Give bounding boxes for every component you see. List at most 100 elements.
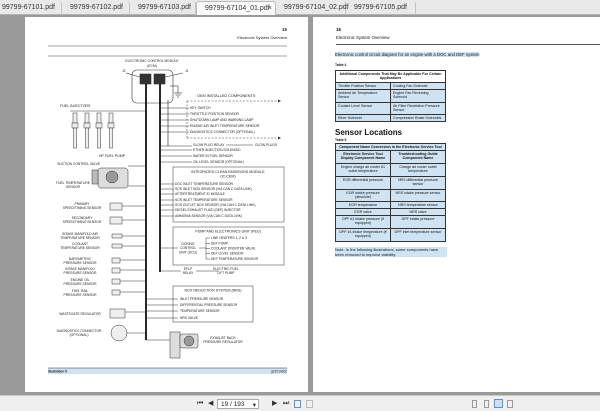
- sensor-label: PRESSURE SENSOR: [64, 261, 98, 265]
- tab-bar: 99799-67101.pdf 99799-67102.pdf 99799-67…: [0, 0, 600, 15]
- iccem-item: AFTERTREATMENT ID MODULE: [175, 192, 226, 196]
- sensor-label: SPEED/TIMING SENSOR: [63, 206, 102, 210]
- table5: Component Name Conversion in the Electro…: [335, 142, 446, 243]
- peu-item: DEF TEMPERATURE SENSOR: [211, 257, 259, 261]
- prev-page-button[interactable]: ◀: [208, 399, 213, 408]
- tab-99799-67104-02[interactable]: 99799-67104_02.pdf: [276, 1, 349, 15]
- table5-col-header: Troubleshooting Guide Component Name: [390, 150, 446, 165]
- table-cell: Charge air cooler outlet temperature: [390, 163, 446, 178]
- navigation-toolbar: ⏮ ◀ 19 / 193 ▾ ▶ ⏭: [0, 395, 600, 411]
- chevron-down-icon[interactable]: ▾: [253, 401, 256, 409]
- peu-title: PUMP AND ELECTRONICS UNIT (PEU): [195, 230, 260, 234]
- iccem-abbr: (IC-CEM): [220, 175, 235, 179]
- diagram-caption: Electronic control circuit diagram for a…: [335, 52, 480, 57]
- table4-label: Table 4: [335, 63, 347, 67]
- j2-label: J2: [122, 69, 126, 73]
- peu-item: DEF LEVEL SENSOR: [211, 252, 244, 256]
- page-number-input[interactable]: 19 / 193 ▾: [217, 399, 259, 409]
- tab-label: 99799-67103.pdf: [138, 4, 191, 11]
- iccem-item: SCR INLET TEMPERATURE SENSOR: [175, 198, 233, 202]
- close-tab-icon[interactable]: ×: [268, 5, 272, 12]
- table-cell: Coolant Level Sensor: [335, 102, 391, 116]
- ecm-circuit-diagram: 15 Electronic System Overview ELECTRONIC…: [48, 27, 287, 374]
- nrs-item: INLET PRESSURE SENSOR: [180, 297, 224, 301]
- two-page-continuous-icon[interactable]: [507, 400, 513, 408]
- iccem-item: AMMONIA SENSOR (VIA CAN C DATA LINK): [175, 214, 242, 218]
- table-cell: Compression Brake Solenoids: [390, 114, 446, 123]
- table-cell: Throttle Position Sensor: [335, 81, 391, 91]
- table-cell: DPF inlet temperature sensor: [390, 228, 446, 243]
- table-cell: DPF intake pressure: [390, 215, 446, 230]
- page-number-value: 19 / 193: [221, 401, 245, 408]
- ground-icon: [170, 85, 182, 98]
- diag-connector-label: (OPTIONAL): [70, 333, 89, 337]
- next-page-button[interactable]: ▶: [272, 399, 277, 408]
- sensor-label: PRESSURE SENSOR: [64, 271, 98, 275]
- table-cell: NRS intake pressure sensor: [390, 189, 446, 202]
- iccem-item: SCR INLET NOX SENSOR (VIA CAN C DATA LIN…: [175, 187, 252, 191]
- tab-label: 99799-67104_02.pdf: [284, 4, 349, 11]
- table-cell: Ambient Air Temperature Sensor: [335, 89, 391, 104]
- wastegate-label: WASTEGATE REGULATOR: [59, 312, 101, 316]
- tab-99799-67103[interactable]: 99799-67103.pdf: [130, 1, 196, 15]
- hp-fuel-pump-illustration: [91, 165, 146, 189]
- nrs-item: DIFFERENTIAL PRESSURE SENSOR: [180, 303, 238, 307]
- fuel-temp-label: SENSOR: [66, 185, 81, 189]
- tab-label: 99799-67102.pdf: [70, 4, 123, 11]
- tab-99799-67101[interactable]: 99799-67101.pdf: [0, 1, 62, 15]
- tab-99799-67102[interactable]: 99799-67102.pdf: [62, 1, 130, 15]
- sensor-locations-heading: Sensor Locations: [335, 128, 403, 137]
- table4: Additional Components That May Be Applic…: [335, 70, 446, 123]
- tab-label: 99799-67101.pdf: [2, 4, 55, 11]
- dcu-label: CONTROL: [180, 246, 196, 250]
- table-cell: Ether Solenoid: [335, 114, 391, 123]
- table-cell: Cooling Fan Solenoid: [390, 81, 446, 91]
- oem-item: THROTTLE POSITION SENSOR: [190, 112, 240, 116]
- fuel-injectors-illustration: [71, 112, 115, 149]
- table-cell: DPF #1 intake temperature (if equipped): [335, 228, 391, 243]
- j1-label: J1: [185, 69, 189, 73]
- table5-header: Component Name Conversion in the Electro…: [335, 142, 446, 152]
- sensor-icons: [109, 202, 146, 342]
- two-page-view-icon[interactable]: [494, 399, 503, 408]
- table-cell: NRS temperature sensor: [390, 200, 446, 209]
- table-cell: EGR differential pressure: [335, 176, 391, 191]
- peu-item: DEF PUMP: [211, 242, 229, 246]
- first-page-button[interactable]: ⏮: [197, 399, 203, 408]
- wiring-harness: [145, 84, 169, 340]
- section-title: Electronic System Overview: [336, 35, 390, 40]
- tab-99799-67104-01[interactable]: 99799-67104_01.pdf ×: [196, 1, 276, 15]
- glow-plugs: GLOW PLUGS: [255, 143, 278, 147]
- tab-label: 99799-67105.pdf: [354, 4, 407, 11]
- single-page-view-icon[interactable]: [472, 400, 477, 408]
- hp-pump-title: HP FUEL PUMP: [99, 154, 126, 158]
- glow-plug-relay: GLOW PLUG RELAY: [193, 143, 225, 147]
- note-text: Note: In the following illustrations, so…: [335, 247, 447, 257]
- header-rule: [336, 44, 600, 45]
- sensor-label: SPEED/TIMING SENSOR: [63, 220, 102, 224]
- suction-valve-label: SUCTION CONTROL VALVE: [57, 162, 101, 166]
- nrs-item: NRS VALVE: [180, 316, 199, 320]
- ecm-title: ELECTRONIC CONTROL MODULE: [125, 59, 179, 63]
- iccem-item: DIESEL EXHAUST FLUID (DEF) INJECTOR: [175, 208, 241, 212]
- oem-item: DIAGNOSTICS CONNECTOR (OPTIONAL): [190, 130, 255, 134]
- fuel-injectors-label: FUEL INJECTORS: [60, 104, 91, 108]
- paste-icon[interactable]: [306, 400, 313, 408]
- tab-99799-67105[interactable]: 99799-67105.pdf: [346, 1, 416, 15]
- sensor-label: TEMPERATURE SENSOR: [60, 246, 100, 250]
- left-page: 15 Electronic System Overview ELECTRONIC…: [25, 17, 308, 392]
- arrow-icon: [278, 99, 281, 103]
- sensor-label: PRESSURE SENSOR: [64, 282, 98, 286]
- section-title: Electronic System Overview: [237, 35, 287, 40]
- nrs-title: NOX REDUCTION SYSTEM (NRS): [185, 289, 242, 293]
- sensor-label: TEMPERATURE SENSOR: [60, 236, 100, 240]
- table-cell: Engine charge air cooler #1 outlet tempe…: [335, 163, 391, 178]
- ecm-module: [125, 69, 184, 104]
- last-page-button[interactable]: ⏭: [283, 399, 289, 408]
- continuous-view-icon[interactable]: [484, 400, 489, 408]
- peu-item: COOLANT DIVERTER VALVE: [211, 247, 256, 251]
- footer-highlight: [48, 368, 287, 374]
- water-in-fuel: WATER IN FUEL SENSOR: [193, 154, 233, 158]
- eflp-relay: RELAY: [183, 271, 194, 275]
- copy-icon[interactable]: [294, 400, 301, 408]
